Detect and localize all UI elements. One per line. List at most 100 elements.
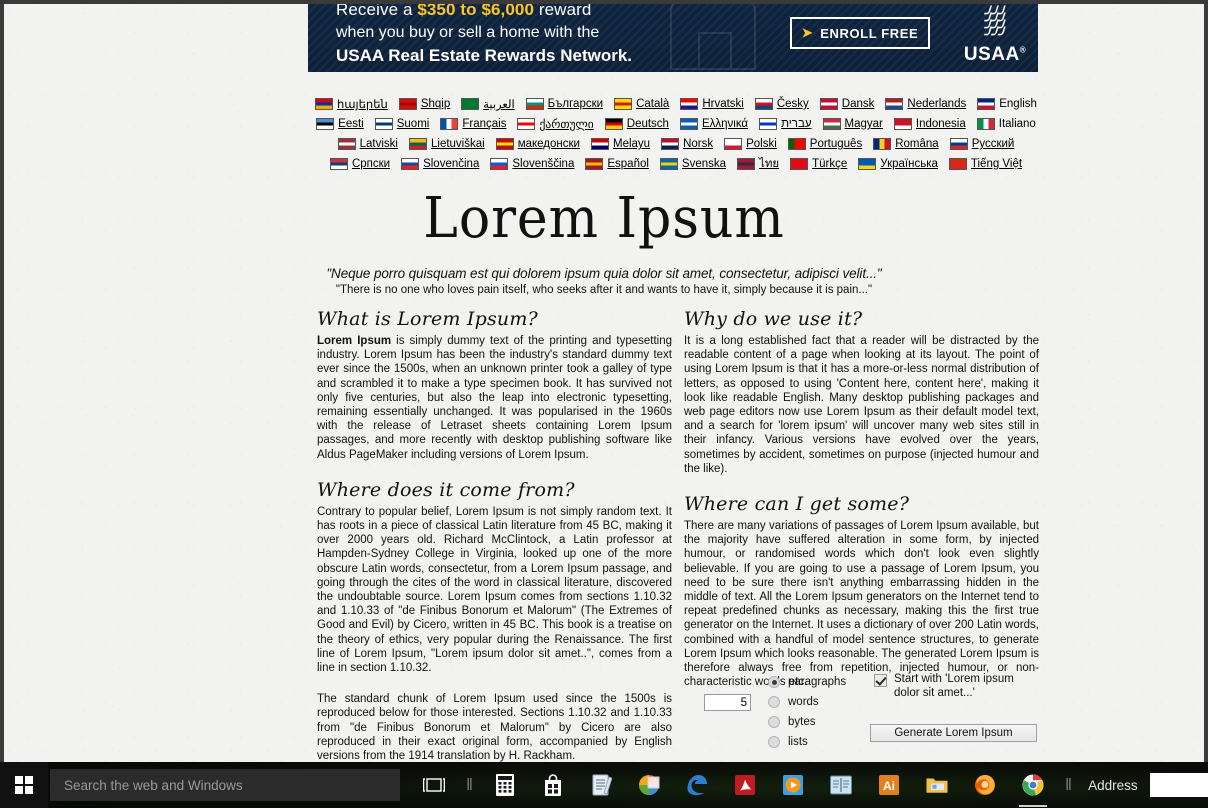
language-link-6[interactable]: ไทย — [737, 155, 779, 173]
firefox-icon[interactable] — [961, 762, 1009, 808]
quote-block: "Neque porro quisquam est qui dolorem ip… — [4, 266, 1204, 296]
language-link-9[interactable]: Tiếng Việt — [948, 158, 1022, 170]
usaa-wordmark: USAA® — [963, 44, 1027, 65]
language-link-2[interactable]: Slovenčina — [401, 158, 479, 170]
edge-browser-icon[interactable] — [673, 762, 721, 808]
language-link-5[interactable]: Català — [614, 98, 669, 110]
language-link-1[interactable]: Eesti — [316, 118, 364, 130]
language-link-3[interactable]: Slovenščina — [490, 158, 574, 170]
radio-button[interactable] — [768, 696, 780, 708]
language-label: English — [999, 98, 1037, 110]
ad-headline-line2: when you buy or sell a home with the — [336, 24, 600, 41]
illustrator-icon[interactable]: Ai — [865, 762, 913, 808]
language-row: Eesti Suomi Français ქართული Deutsch Ελληνικά… — [314, 114, 1038, 134]
language-link-6[interactable]: Ελληνικά — [679, 118, 748, 130]
language-row: Latviski Lietuviškai македонски Melayu Norsk… — [314, 134, 1038, 154]
language-link-4[interactable]: ქართული — [517, 117, 594, 131]
flag-icon — [893, 118, 912, 130]
address-bar-area: ‖ Address — [1057, 762, 1208, 808]
language-link-7[interactable]: Türkçe — [790, 158, 847, 170]
language-link-2[interactable]: Suomi — [374, 118, 430, 130]
language-link-1[interactable]: Српски — [329, 158, 390, 170]
flag-icon — [590, 138, 609, 150]
flag-icon — [604, 118, 623, 130]
browser-viewport: Receive a $350 to $6,000 reward when you… — [4, 4, 1204, 762]
language-link-4[interactable]: Español — [585, 158, 649, 170]
language-label: Eesti — [338, 118, 364, 130]
enroll-free-button[interactable]: ➤ ENROLL FREE — [790, 17, 930, 49]
language-link-5[interactable]: Deutsch — [604, 118, 669, 130]
unit-radio-bytes[interactable]: bytes — [768, 712, 846, 732]
language-link-9[interactable]: Русский — [949, 138, 1014, 150]
usaa-ad-banner[interactable]: Receive a $350 to $6,000 reward when you… — [308, 4, 1038, 72]
flag-icon — [401, 158, 420, 170]
file-explorer-icon[interactable] — [913, 762, 961, 808]
language-link-5[interactable]: Svenska — [659, 158, 726, 170]
language-label: Italiano — [998, 118, 1036, 130]
language-link-3[interactable]: العربية — [461, 97, 515, 111]
what-is-lead: Lorem Ipsum — [317, 335, 392, 347]
language-link-8[interactable]: Magyar — [822, 118, 883, 130]
search-input[interactable]: Search the web and Windows — [50, 769, 400, 801]
generate-lorem-ipsum-button[interactable]: Generate Lorem Ipsum — [870, 724, 1037, 742]
address-input[interactable] — [1149, 773, 1208, 797]
language-link-6[interactable]: Polski — [724, 138, 777, 150]
radio-button[interactable] — [768, 676, 780, 688]
language-label: Suomi — [396, 118, 430, 130]
adobe-acrobat-icon[interactable] — [721, 762, 769, 808]
start-button[interactable] — [0, 762, 48, 808]
language-label: Português — [809, 138, 863, 150]
language-link-1[interactable]: Latviski — [337, 138, 398, 150]
desktop-screen: Receive a $350 to $6,000 reward when you… — [0, 0, 1208, 808]
language-link-4[interactable]: Български — [525, 98, 604, 110]
language-link-8[interactable]: Dansk — [819, 98, 874, 110]
language-label: Français — [462, 118, 507, 130]
media-player-icon[interactable] — [769, 762, 817, 808]
flag-icon — [316, 118, 335, 130]
unit-radio-paragraphs[interactable]: paragraphs — [768, 672, 846, 692]
language-link-8[interactable]: Româna — [873, 138, 939, 150]
amount-input[interactable] — [704, 694, 751, 711]
language-link-1[interactable]: հայերեն — [315, 97, 388, 111]
task-view-icon[interactable] — [410, 762, 458, 808]
start-with-lorem-checkbox-row[interactable]: Start with 'Lorem ipsum dolor sit amet..… — [874, 673, 1039, 700]
language-link-9[interactable]: Indonesia — [893, 118, 966, 130]
flag-icon — [490, 158, 509, 170]
flag-icon — [614, 98, 633, 110]
language-label: Shqip — [420, 98, 451, 110]
language-link-4[interactable]: Melayu — [590, 138, 650, 150]
language-link-2[interactable]: Lietuviškai — [409, 138, 485, 150]
language-link-7[interactable]: עברית — [759, 118, 812, 130]
section-body-why-use: It is a long established fact that a rea… — [684, 335, 1039, 475]
language-link-3[interactable]: Français — [440, 118, 506, 130]
radio-button[interactable] — [768, 736, 780, 748]
language-label: Български — [547, 98, 604, 110]
dictionary-icon[interactable] — [817, 762, 865, 808]
start-with-checkbox[interactable] — [874, 674, 887, 687]
taskbar-icons: ‖ Ai — [410, 762, 1057, 808]
notepad-icon[interactable] — [577, 762, 625, 808]
unit-radio-words[interactable]: words — [768, 692, 846, 712]
paint-icon[interactable] — [625, 762, 673, 808]
address-label: Address — [1088, 777, 1138, 793]
language-link-2[interactable]: Shqip — [398, 98, 451, 110]
flag-icon — [679, 118, 698, 130]
language-link-6[interactable]: Hrvatski — [680, 98, 744, 110]
language-link-5[interactable]: Norsk — [661, 138, 713, 150]
windows-store-icon[interactable] — [529, 762, 577, 808]
language-link-8[interactable]: Українська — [858, 158, 938, 170]
language-label: Indonesia — [915, 118, 966, 130]
section-title-where-from: Where does it come from? — [317, 478, 575, 501]
unit-radio-lists[interactable]: lists — [768, 732, 846, 752]
flag-icon — [819, 98, 838, 110]
language-link-7[interactable]: Česky — [754, 98, 809, 110]
calculator-icon[interactable] — [481, 762, 529, 808]
flag-icon — [976, 118, 995, 130]
language-link-3[interactable]: македонски — [495, 138, 580, 150]
radio-button[interactable] — [768, 716, 780, 728]
language-link-7[interactable]: Português — [787, 138, 863, 150]
chrome-icon[interactable] — [1009, 762, 1057, 808]
flag-icon — [858, 158, 877, 170]
flag-icon — [315, 98, 334, 110]
language-link-9[interactable]: Nederlands — [885, 98, 966, 110]
